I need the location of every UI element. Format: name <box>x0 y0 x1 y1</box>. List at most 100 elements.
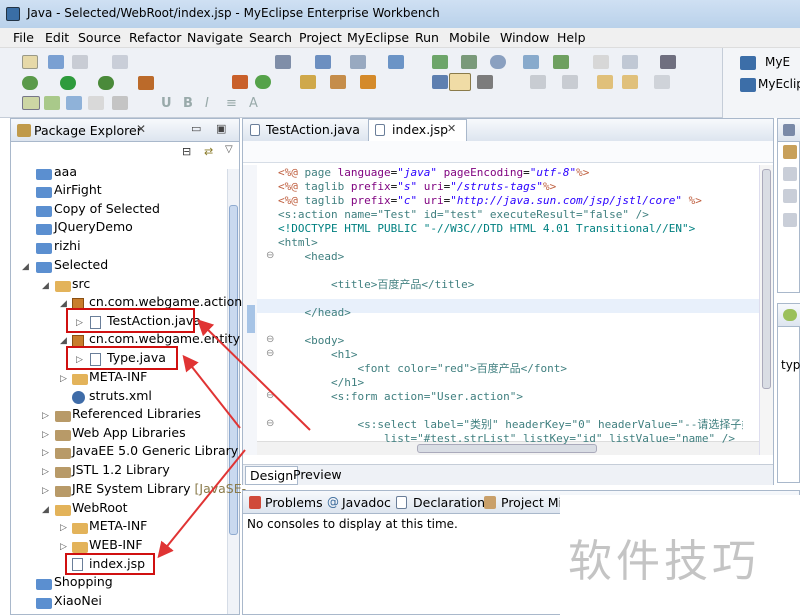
preview-tab[interactable]: Preview <box>293 467 342 482</box>
tree-item-rizhi[interactable]: rizhi <box>54 237 81 255</box>
palette-icon[interactable] <box>88 96 104 110</box>
perspective-myeclipse[interactable]: MyE <box>765 55 790 69</box>
tree-item-struts-xml[interactable]: struts.xml <box>89 387 152 405</box>
font-color-icon[interactable]: A <box>249 96 258 111</box>
forward-icon[interactable] <box>654 75 670 89</box>
browser-icon[interactable] <box>275 55 291 69</box>
design-tab[interactable]: Design <box>245 466 299 485</box>
print-icon[interactable] <box>72 55 88 69</box>
expand-icon[interactable]: ◢ <box>42 505 49 515</box>
design-view-icon[interactable] <box>22 96 40 110</box>
tab-problems[interactable]: Problems <box>265 495 323 510</box>
debug-icon[interactable] <box>22 76 38 90</box>
fold-icon[interactable]: ⊖ <box>266 390 274 401</box>
tree-item-airfight[interactable]: AirFight <box>54 181 102 199</box>
pen-icon[interactable] <box>330 75 346 89</box>
menu-project[interactable]: Project <box>299 30 342 45</box>
expand-icon[interactable]: ▷ <box>42 486 49 496</box>
expand-icon[interactable]: ▷ <box>42 430 49 440</box>
tree-item-meta-inf-webroot[interactable]: META-INF <box>89 517 147 535</box>
expand-icon[interactable]: ◢ <box>60 336 67 346</box>
tree-item-selected[interactable]: Selected <box>54 256 108 274</box>
new-icon[interactable] <box>22 55 38 69</box>
globe-icon[interactable] <box>490 55 506 69</box>
back-icon[interactable] <box>622 75 638 89</box>
menu-refactor[interactable]: Refactor <box>129 30 181 45</box>
jump-icon[interactable] <box>530 75 546 89</box>
collapse-all-icon[interactable]: ⊟ <box>182 145 191 158</box>
history-icon[interactable] <box>622 55 638 69</box>
tab-javadoc[interactable]: Javadoc <box>342 495 391 510</box>
tool-active-icon[interactable] <box>449 73 471 91</box>
run-icon[interactable] <box>60 76 76 90</box>
minimize-icon[interactable]: ▭ <box>191 122 201 135</box>
export-icon[interactable] <box>553 55 569 69</box>
tree-item-jquerydemo[interactable]: JQueryDemo <box>54 218 133 236</box>
nav-icon[interactable] <box>593 55 609 69</box>
italic-icon[interactable]: I <box>205 96 209 111</box>
preview-icon[interactable] <box>66 96 82 110</box>
expand-icon[interactable]: ▷ <box>42 467 49 477</box>
menu-search[interactable]: Search <box>249 30 292 45</box>
expand-icon[interactable]: ▷ <box>42 448 49 458</box>
tree-item-xiaonei[interactable]: XiaoNei <box>54 592 102 610</box>
save-icon[interactable] <box>48 55 64 69</box>
view-menu-icon[interactable]: ▽ <box>225 144 233 155</box>
scrollbar[interactable] <box>227 169 239 614</box>
open-type-icon[interactable] <box>255 75 271 89</box>
server-icon[interactable] <box>232 75 248 89</box>
menu-myeclipse[interactable]: MyEclipse <box>347 30 409 45</box>
fold-icon[interactable]: ⊖ <box>266 418 274 429</box>
tree-item-aaa[interactable]: aaa <box>54 163 77 181</box>
layout-icon[interactable] <box>432 55 448 69</box>
tab-testaction[interactable]: TestAction.java <box>266 122 360 137</box>
tree-item-meta-inf-src[interactable]: META-INF <box>89 368 147 386</box>
format-icon[interactable] <box>112 96 128 110</box>
phone-icon[interactable] <box>432 75 448 89</box>
last-edit-icon[interactable] <box>562 75 578 89</box>
outline-tool-icon-4[interactable] <box>783 213 797 227</box>
hammer-icon[interactable] <box>477 75 493 89</box>
camera-icon[interactable] <box>660 55 676 69</box>
tree-item-web-inf[interactable]: WEB-INF <box>89 536 143 554</box>
tree-item-src[interactable]: src <box>72 275 90 293</box>
editor-scroll-thumb[interactable] <box>762 169 771 389</box>
package-icon[interactable] <box>315 55 331 69</box>
menu-navigate[interactable]: Navigate <box>187 30 243 45</box>
maximize-icon[interactable]: ▣ <box>216 122 226 135</box>
tree-item-referenced-libraries[interactable]: Referenced Libraries <box>72 405 201 423</box>
fold-icon[interactable]: ⊖ <box>266 250 274 261</box>
bold-icon[interactable]: B <box>183 96 193 111</box>
expand-icon[interactable]: ▷ <box>60 374 67 384</box>
paint-icon[interactable] <box>360 75 376 89</box>
external-tools-icon[interactable] <box>98 76 114 90</box>
tree-item-copy-of-selected[interactable]: Copy of Selected <box>54 200 160 218</box>
close-icon[interactable]: ✕ <box>447 122 456 135</box>
menu-run[interactable]: Run <box>415 30 439 45</box>
copy-icon[interactable] <box>112 55 128 69</box>
split-view-icon[interactable] <box>44 96 60 110</box>
outline-tool-icon-2[interactable] <box>783 167 797 181</box>
deploy-icon[interactable] <box>138 76 154 90</box>
outline-tool-icon[interactable] <box>783 145 797 159</box>
sync-icon[interactable] <box>523 55 539 69</box>
perspective-myeclipse-2[interactable]: MyEclips <box>758 77 800 91</box>
menu-window[interactable]: Window <box>500 30 549 45</box>
outline-tool-icon-3[interactable] <box>783 189 797 203</box>
annotation-nav-icon[interactable] <box>597 75 613 89</box>
db-icon[interactable] <box>388 55 404 69</box>
tab-index-jsp[interactable]: index.jsp <box>392 122 448 137</box>
menu-edit[interactable]: Edit <box>45 30 69 45</box>
editor-vscrollbar[interactable] <box>759 165 773 455</box>
underline-icon[interactable]: U <box>161 96 172 111</box>
perspective-icon[interactable] <box>740 56 756 70</box>
perspective-icon-2[interactable] <box>740 78 756 92</box>
tree-item-webroot[interactable]: WebRoot <box>72 499 128 517</box>
tree-item-javaee-library[interactable]: JavaEE 5.0 Generic Library <box>72 442 238 460</box>
annotation-icon[interactable] <box>300 75 316 89</box>
expand-icon[interactable]: ▷ <box>42 411 49 421</box>
expand-icon[interactable]: ◢ <box>22 262 29 272</box>
close-icon[interactable]: ✕ <box>136 122 146 136</box>
menu-source[interactable]: Source <box>78 30 121 45</box>
tree-item-jstl-library[interactable]: JSTL 1.2 Library <box>72 461 170 479</box>
